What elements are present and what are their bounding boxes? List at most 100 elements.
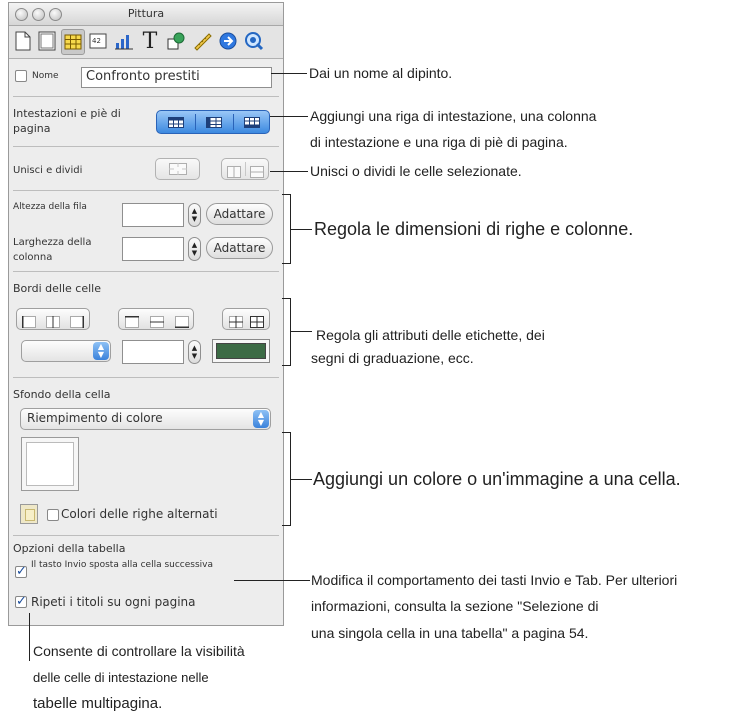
table-inspector-window: Pittura 42 T Nome Confronto prestiti Int… xyxy=(8,2,284,626)
name-label: Nome xyxy=(32,71,59,81)
inspector-toolbar: 42 T xyxy=(9,26,283,59)
link-icon xyxy=(219,32,237,50)
all-borders-icon xyxy=(250,316,264,328)
header-row-icon xyxy=(168,116,184,128)
stepper-up-icon: ▲ xyxy=(191,241,198,249)
bottom-border-button[interactable] xyxy=(175,313,189,332)
callout-line xyxy=(29,613,30,661)
popup-arrows-icon: ▲ ▼ xyxy=(253,410,269,428)
quicktime-inspector-tab[interactable] xyxy=(243,29,265,53)
stepper-down-icon: ▼ xyxy=(191,215,198,223)
layout-icon xyxy=(38,31,56,51)
merge-cells-icon xyxy=(169,163,187,175)
annotation-merge: Unisci o dividi le celle selezionate. xyxy=(310,163,522,179)
title-bar[interactable]: Pittura xyxy=(9,3,283,26)
separator xyxy=(13,146,279,147)
separator xyxy=(13,190,279,191)
column-width-stepper[interactable]: ▲ ▼ xyxy=(188,237,201,261)
link-inspector-tab[interactable] xyxy=(217,29,239,53)
enter-moves-checkbox[interactable]: ✓ xyxy=(15,565,27,578)
annotation-enter-1: Modifica il comportamento dei tasti Invi… xyxy=(311,572,678,588)
name-field[interactable]: Confronto prestiti xyxy=(81,67,272,88)
border-color-swatch xyxy=(216,343,266,359)
cell-background-label: Sfondo della cella xyxy=(13,388,111,401)
all-borders-button[interactable] xyxy=(250,313,264,332)
cell-borders-label: Bordi delle celle xyxy=(13,282,101,295)
chart-icon xyxy=(115,35,133,50)
annotation-borders-1: Regola gli attributi delle etichette, de… xyxy=(316,327,545,343)
alternate-rows-label: Colori delle righe alternati xyxy=(61,507,218,521)
stepper-up-icon: ▲ xyxy=(191,344,198,352)
all-borders-control xyxy=(222,308,270,330)
annotation-size: Regola le dimensioni di righe e colonne. xyxy=(314,219,634,239)
repeat-titles-label: Ripeti i titoli su ogni pagina xyxy=(31,595,196,609)
column-width-field[interactable] xyxy=(122,237,184,261)
segment-divider xyxy=(245,162,246,176)
metrics-inspector-tab[interactable]: 42 xyxy=(87,29,109,53)
separator xyxy=(13,96,279,97)
border-width-field[interactable] xyxy=(122,340,184,364)
document-inspector-tab[interactable] xyxy=(12,29,34,53)
alternate-row-color-well[interactable] xyxy=(20,504,38,524)
text-inspector-tab[interactable]: T xyxy=(139,29,161,54)
header-column-button[interactable] xyxy=(195,111,233,133)
row-height-stepper[interactable]: ▲ ▼ xyxy=(188,203,201,227)
inner-borders-button[interactable] xyxy=(229,313,243,332)
callout-line xyxy=(290,479,312,480)
border-style-popup[interactable]: ▲ ▼ xyxy=(21,340,111,362)
repeat-titles-checkbox[interactable]: ✓ xyxy=(15,595,27,608)
graphic-icon xyxy=(167,32,185,50)
graphic-inspector-tab[interactable] xyxy=(165,29,187,53)
column-width-fit-button[interactable]: Adattare xyxy=(206,237,273,259)
inner-borders-icon xyxy=(229,316,243,328)
row-height-field[interactable] xyxy=(122,203,184,227)
alternate-rows-checkbox[interactable] xyxy=(47,509,59,521)
headers-segmented-control xyxy=(156,110,270,134)
ruler-icon xyxy=(194,33,212,51)
popup-arrows-icon: ▲ ▼ xyxy=(93,342,109,360)
table-icon xyxy=(64,34,82,50)
callout-line xyxy=(290,229,312,230)
name-checkbox[interactable] xyxy=(15,70,27,82)
top-border-button[interactable] xyxy=(125,313,139,332)
header-row-button[interactable] xyxy=(157,111,195,133)
stepper-down-icon: ▼ xyxy=(191,249,198,257)
annotation-enter-2: informazioni, consulta la sezione "Selez… xyxy=(311,598,599,614)
right-border-button[interactable] xyxy=(70,313,85,332)
callout-line xyxy=(270,171,308,172)
ruler-inspector-tab[interactable] xyxy=(191,29,213,53)
fill-color-well[interactable] xyxy=(21,437,79,491)
fill-type-popup[interactable]: Riempimento di colore ▲ ▼ xyxy=(20,408,271,430)
inner-horizontal-border-button[interactable] xyxy=(150,313,164,332)
split-rows-button[interactable] xyxy=(250,163,264,182)
outer-borders-control xyxy=(16,308,90,330)
left-border-button[interactable] xyxy=(21,313,36,332)
annotation-headers-1: Aggiungi una riga di intestazione, una c… xyxy=(310,108,597,124)
merge-cells-button[interactable] xyxy=(155,158,200,180)
callout-line xyxy=(271,73,307,74)
split-columns-button[interactable] xyxy=(227,163,241,182)
alternate-row-color-swatch xyxy=(25,509,35,521)
annotation-background: Aggiungi un colore o un'immagine a una c… xyxy=(313,469,681,489)
bottom-border-icon xyxy=(175,316,189,329)
layout-inspector-tab[interactable] xyxy=(36,29,58,53)
right-border-icon xyxy=(70,316,85,328)
headers-label: Intestazioni e piè di pagina xyxy=(13,107,121,135)
row-height-fit-button[interactable]: Adattare xyxy=(206,203,273,225)
inner-vertical-border-button[interactable] xyxy=(46,313,60,332)
header-column-icon xyxy=(206,116,222,128)
annotation-name: Dai un nome al dipinto. xyxy=(309,65,453,81)
annotation-borders-2: segni di graduazione, ecc. xyxy=(311,350,474,366)
table-inspector-tab[interactable] xyxy=(61,29,85,55)
window-title: Pittura xyxy=(127,7,165,20)
metrics-badge: 42 xyxy=(92,37,101,45)
column-width-label: Larghezza della colonna xyxy=(13,237,92,263)
annotation-repeat-3: tabelle multipagina. xyxy=(33,695,163,712)
merge-label: Unisci e dividi xyxy=(13,165,83,176)
chart-inspector-tab[interactable] xyxy=(113,29,135,53)
footer-row-button[interactable] xyxy=(233,111,271,133)
split-rows-icon xyxy=(250,166,264,178)
border-width-stepper[interactable]: ▲ ▼ xyxy=(188,340,201,364)
border-color-well[interactable] xyxy=(212,339,270,363)
top-border-icon xyxy=(125,315,139,328)
